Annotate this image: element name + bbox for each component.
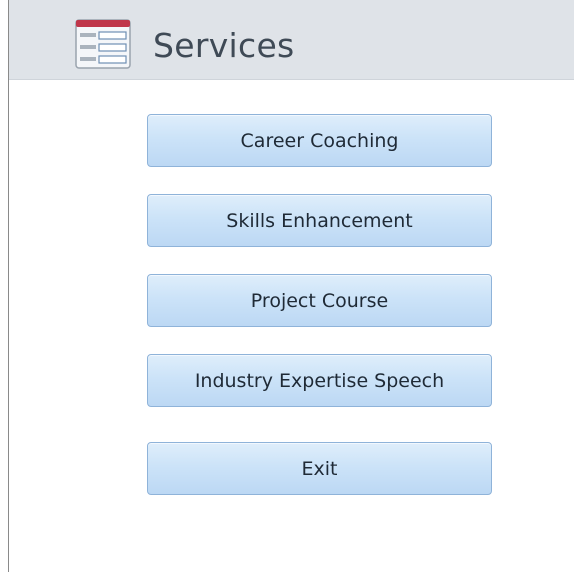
form-header: Services: [9, 0, 574, 80]
industry-expertise-speech-button[interactable]: Industry Expertise Speech: [147, 354, 492, 407]
career-coaching-button[interactable]: Career Coaching: [147, 114, 492, 167]
services-form: Services Career Coaching Skills Enhancem…: [0, 0, 574, 572]
project-course-label: Project Course: [250, 289, 389, 312]
form-title: Services: [153, 26, 295, 65]
exit-button[interactable]: Exit: [147, 442, 492, 495]
form-left-border: [8, 0, 9, 572]
career-coaching-label: Career Coaching: [240, 129, 399, 152]
skills-enhancement-button[interactable]: Skills Enhancement: [147, 194, 492, 247]
project-course-button[interactable]: Project Course: [147, 274, 492, 327]
industry-expertise-speech-label: Industry Expertise Speech: [194, 369, 445, 392]
skills-enhancement-label: Skills Enhancement: [226, 209, 413, 232]
exit-label: Exit: [301, 457, 338, 480]
form-icon: [75, 19, 131, 69]
